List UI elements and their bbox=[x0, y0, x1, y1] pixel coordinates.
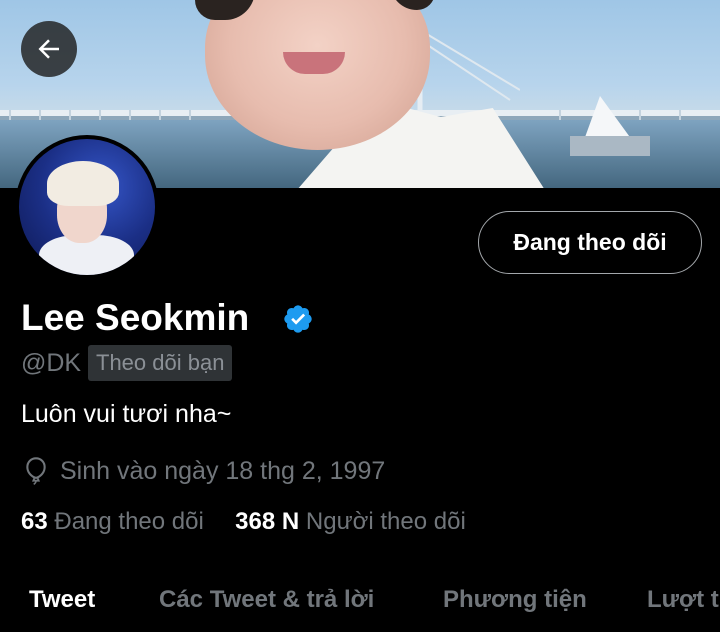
avatar-image bbox=[19, 139, 155, 275]
tab-likes[interactable]: Lượt thích bbox=[647, 584, 720, 616]
balloon-icon bbox=[26, 457, 46, 485]
follow-stats: 63 Đang theo dõi 368 N Người theo dõi bbox=[21, 505, 466, 539]
following-stat[interactable]: 63 Đang theo dõi bbox=[21, 508, 211, 535]
profile-bio: Luôn vui tươi nha~ bbox=[21, 400, 232, 428]
profile-tabs: Tweet Các Tweet & trả lời Phương tiện Lư… bbox=[0, 574, 720, 632]
followers-label: Người theo dõi bbox=[305, 508, 466, 535]
avatar-hair bbox=[47, 161, 119, 206]
following-count: 63 bbox=[21, 508, 48, 535]
follows-you-badge: Theo dõi bạn bbox=[88, 345, 233, 381]
banner-sail-building bbox=[570, 96, 650, 156]
profile-avatar[interactable] bbox=[15, 135, 159, 279]
back-button[interactable] bbox=[21, 21, 77, 77]
following-label: Đang theo dõi bbox=[54, 508, 204, 535]
verified-badge-icon bbox=[284, 305, 312, 333]
followers-stat[interactable]: 368 N Người theo dõi bbox=[235, 508, 466, 535]
followers-count: 368 N bbox=[235, 508, 300, 535]
tab-media[interactable]: Phương tiện bbox=[443, 584, 587, 616]
display-name: Lee Seokmin bbox=[21, 297, 250, 338]
birthday-text: Sinh vào ngày 18 thg 2, 1997 bbox=[60, 457, 386, 485]
tab-tweets[interactable]: Tweet bbox=[29, 584, 95, 616]
following-button[interactable]: Đang theo dõi bbox=[478, 211, 702, 274]
profile-handle: @DK bbox=[21, 349, 82, 377]
arrow-left-icon bbox=[38, 39, 59, 59]
tab-tweets-and-replies[interactable]: Các Tweet & trả lời bbox=[159, 584, 374, 616]
